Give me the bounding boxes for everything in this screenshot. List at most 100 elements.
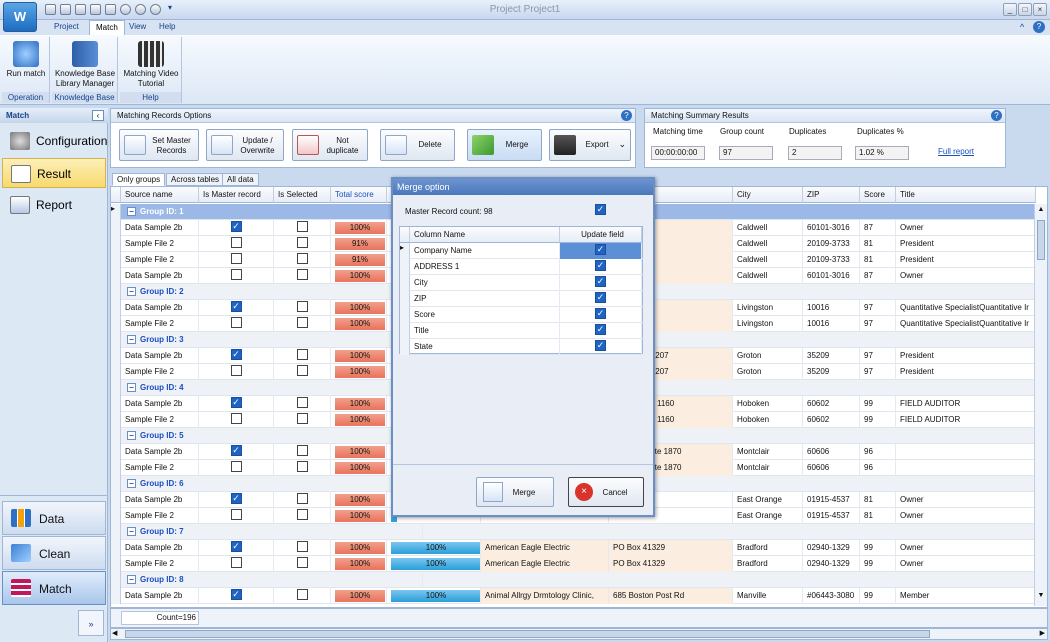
merge-field-row[interactable]: ADDRESS 1 ✓ <box>400 259 644 275</box>
cell-master[interactable] <box>199 508 274 524</box>
row-selector[interactable]: ▸ <box>111 204 121 220</box>
cell-selected[interactable] <box>274 492 331 508</box>
scroll-left-icon[interactable]: ◀ <box>112 629 117 637</box>
cell-master[interactable] <box>199 236 274 252</box>
update-field-cell[interactable]: ✓ <box>560 243 642 259</box>
checkbox[interactable] <box>296 237 308 249</box>
tab-project[interactable]: Project <box>48 20 85 35</box>
checkbox[interactable] <box>230 461 242 473</box>
checkbox[interactable] <box>296 509 308 521</box>
merge-field-row[interactable]: State ✓ <box>400 339 644 355</box>
row-selector[interactable] <box>111 236 121 252</box>
table-row[interactable]: Data Sample 2b ✓ 100% 100% Animal Allrgy Drm… <box>111 588 1036 604</box>
knowledge-base-button[interactable]: Knowledge Base Library Manager <box>52 39 118 89</box>
scroll-up-icon[interactable]: ▲ <box>1036 206 1046 216</box>
row-selector[interactable] <box>111 444 121 460</box>
column-source-name[interactable]: Source name <box>121 187 199 203</box>
nav-data-button[interactable]: Data <box>2 501 106 535</box>
cell-master[interactable] <box>199 460 274 476</box>
row-selector[interactable] <box>400 323 410 339</box>
scroll-thumb[interactable] <box>1037 220 1045 260</box>
scroll-right-icon[interactable]: ▶ <box>1040 629 1045 637</box>
options-help-icon[interactable]: ? <box>621 110 632 121</box>
cell-selected[interactable] <box>274 444 331 460</box>
horizontal-scrollbar[interactable]: ◀ ▶ <box>110 628 1048 640</box>
full-report-link[interactable]: Full report <box>938 147 974 156</box>
checkbox[interactable] <box>230 413 242 425</box>
horizontal-scroll-thumb[interactable] <box>125 630 930 638</box>
summary-help-icon[interactable]: ? <box>991 110 1002 121</box>
collapse-group-icon[interactable]: − <box>127 335 136 344</box>
row-selector[interactable] <box>111 540 121 556</box>
close-button[interactable]: × <box>1033 3 1047 16</box>
group-label[interactable]: − Group ID: 6 <box>123 476 423 492</box>
row-selector[interactable] <box>111 508 121 524</box>
tab-view[interactable]: View <box>123 20 152 35</box>
group-label[interactable]: − Group ID: 5 <box>123 428 423 444</box>
checkbox[interactable] <box>296 445 308 457</box>
row-selector[interactable] <box>111 396 121 412</box>
cell-master[interactable] <box>199 412 274 428</box>
group-label[interactable]: − Group ID: 3 <box>123 332 423 348</box>
dialog-merge-button[interactable]: Merge <box>476 477 554 507</box>
cell-selected[interactable] <box>274 300 331 316</box>
row-selector[interactable] <box>400 291 410 307</box>
expand-nav-icon[interactable]: » <box>78 610 104 636</box>
collapse-group-icon[interactable]: − <box>127 575 136 584</box>
column-zip[interactable]: ZIP <box>803 187 860 203</box>
checkbox[interactable] <box>296 461 308 473</box>
checkbox[interactable]: ✓ <box>230 301 242 313</box>
nav-clean-button[interactable]: Clean <box>2 536 106 570</box>
checkbox[interactable] <box>296 317 308 329</box>
dialog-cancel-button[interactable]: × Cancel <box>568 477 644 507</box>
row-selector[interactable] <box>111 252 121 268</box>
checkbox[interactable]: ✓ <box>230 221 242 233</box>
row-selector[interactable] <box>400 259 410 275</box>
row-selector[interactable] <box>111 572 121 588</box>
column-total-score[interactable]: Total score <box>331 187 387 203</box>
sidebar-item-report[interactable]: Report <box>2 190 106 220</box>
group-label[interactable]: − Group ID: 8 <box>123 572 423 588</box>
update-field-checkbox[interactable]: ✓ <box>595 324 606 336</box>
cell-selected[interactable] <box>274 508 331 524</box>
cell-selected[interactable] <box>274 588 331 604</box>
cell-master[interactable]: ✓ <box>199 220 274 236</box>
checkbox[interactable] <box>230 317 242 329</box>
row-selector[interactable] <box>400 275 410 291</box>
checkbox[interactable] <box>296 541 308 553</box>
checkbox[interactable] <box>296 493 308 505</box>
set-master-records-button[interactable]: Set Master Records <box>119 129 199 161</box>
update-field-cell[interactable]: ✓ <box>560 291 642 307</box>
collapse-group-icon[interactable]: − <box>127 207 136 216</box>
collapse-group-icon[interactable]: − <box>127 431 136 440</box>
row-selector[interactable] <box>111 332 121 348</box>
scroll-down-icon[interactable]: ▼ <box>1036 592 1046 602</box>
cell-selected[interactable] <box>274 364 331 380</box>
checkbox[interactable] <box>296 397 308 409</box>
row-selector[interactable] <box>111 588 121 604</box>
update-field-cell[interactable]: ✓ <box>560 323 642 339</box>
checkbox[interactable] <box>296 589 308 601</box>
run-match-button[interactable]: Run match <box>2 39 50 79</box>
row-selector[interactable] <box>111 412 121 428</box>
checkbox[interactable] <box>296 349 308 361</box>
checkbox[interactable] <box>296 557 308 569</box>
merge-field-row[interactable]: ZIP ✓ <box>400 291 644 307</box>
checkbox[interactable] <box>230 365 242 377</box>
cell-master[interactable] <box>199 252 274 268</box>
checkbox[interactable]: ✓ <box>230 397 242 409</box>
cell-master[interactable]: ✓ <box>199 492 274 508</box>
cell-selected[interactable] <box>274 396 331 412</box>
update-field-cell[interactable]: ✓ <box>560 307 642 323</box>
checkbox[interactable]: ✓ <box>230 589 242 601</box>
cell-master[interactable]: ✓ <box>199 444 274 460</box>
row-selector[interactable] <box>111 476 121 492</box>
checkbox[interactable]: ✓ <box>230 349 242 361</box>
row-selector[interactable] <box>400 339 410 355</box>
collapse-group-icon[interactable]: − <box>127 287 136 296</box>
checkbox[interactable] <box>230 557 242 569</box>
row-selector[interactable] <box>111 300 121 316</box>
column-score[interactable]: Score <box>860 187 896 203</box>
row-selector[interactable] <box>111 284 121 300</box>
row-selector[interactable]: ▸ <box>400 243 410 259</box>
